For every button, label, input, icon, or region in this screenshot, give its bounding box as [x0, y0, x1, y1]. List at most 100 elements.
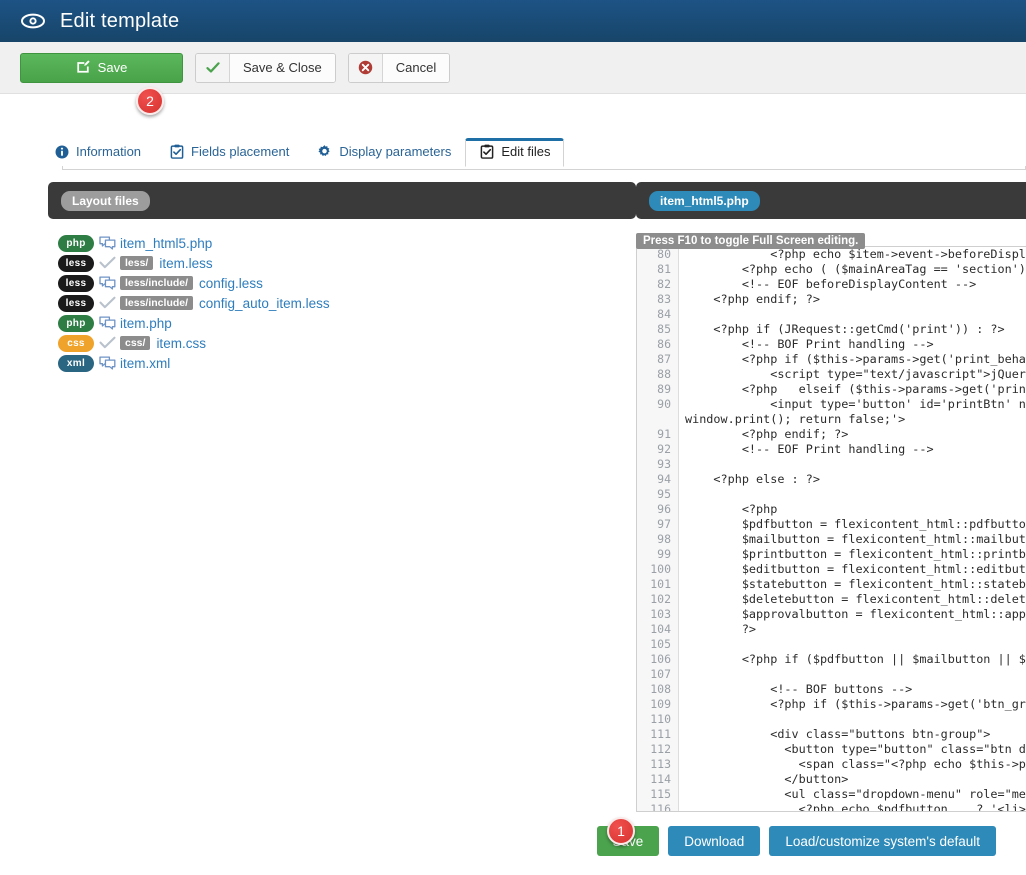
lang-badge: php — [58, 314, 94, 332]
speech-bubbles-icon[interactable] — [94, 315, 120, 331]
editor-download-button[interactable]: Download — [668, 826, 761, 856]
code-line[interactable]: <!-- EOF beforeDisplayContent --> — [685, 277, 1026, 292]
code-line[interactable] — [685, 307, 1026, 322]
info-circle-icon — [54, 144, 69, 159]
list-item[interactable]: php item_html5.php — [58, 233, 636, 253]
code-editor[interactable]: Press F10 to toggle Full Screen editing.… — [636, 231, 1026, 812]
code-line[interactable]: <?php echo $item->event->beforeDisplay — [685, 247, 1026, 262]
code-line[interactable] — [685, 667, 1026, 682]
line-number: 105 — [650, 637, 671, 651]
layout-files-panel: Layout files php item_html5.php less les… — [0, 182, 636, 812]
line-number: 85 — [657, 322, 671, 336]
code-line[interactable]: <?php elseif ($this->params->get('print — [685, 382, 1026, 397]
line-number: 101 — [650, 577, 671, 591]
page-root: Edit template Save Save & Close Cancel 2… — [0, 0, 1026, 875]
tab-edit-files[interactable]: Edit files — [465, 138, 565, 167]
editor-actions-bar: Save Download Load/customize system's de… — [0, 812, 1026, 856]
line-number: 98 — [657, 532, 671, 546]
code-line[interactable]: <script type="text/javascript">jQuery — [685, 367, 1026, 382]
code-line[interactable]: <?php if ($this->params->get('btn_grp — [685, 697, 1026, 712]
save-button-label: Save — [97, 60, 128, 75]
code-content[interactable]: <?php echo $item->event->beforeDisplay <… — [679, 247, 1026, 811]
code-line[interactable] — [685, 487, 1026, 502]
tab-information[interactable]: Information — [40, 138, 155, 167]
eye-icon — [20, 8, 46, 34]
code-line[interactable]: $mailbutton = flexicontent_html::mailbut… — [685, 532, 1026, 547]
lang-badge: less — [58, 274, 94, 292]
code-line[interactable]: <?php else : ?> — [685, 472, 1026, 487]
lang-badge: css — [58, 334, 94, 352]
check-icon[interactable] — [94, 296, 120, 310]
code-line[interactable]: <!-- EOF Print handling --> — [685, 442, 1026, 457]
file-path-badge: css/ — [120, 336, 151, 350]
save-and-close-button[interactable]: Save & Close — [195, 52, 336, 83]
code-shell[interactable]: 80 81 82 83 84 85 86 87 88 89 90 91 92 93 94 95 96 97 98 99… — [636, 246, 1026, 812]
code-line[interactable] — [685, 712, 1026, 727]
code-line[interactable]: <span class="<?php echo $this->pa — [685, 757, 1026, 772]
file-name[interactable]: item.css — [156, 336, 206, 351]
file-name[interactable]: item_html5.php — [120, 236, 212, 251]
cancel-button[interactable]: Cancel — [347, 52, 451, 83]
save-button[interactable]: Save — [20, 52, 183, 83]
code-line[interactable]: $statebutton = flexicontent_html::stateb… — [685, 577, 1026, 592]
lang-badge: xml — [58, 354, 94, 372]
line-number: 88 — [657, 367, 671, 381]
lang-badge: less — [58, 294, 94, 312]
code-line[interactable]: $pdfbutton = flexicontent_html::pdfbutto… — [685, 517, 1026, 532]
list-item[interactable]: less less/ item.less — [58, 253, 636, 273]
clipboard-check-icon — [479, 144, 494, 159]
file-name[interactable]: item.xml — [120, 356, 170, 371]
line-number: 82 — [657, 277, 671, 291]
tab-display-parameters[interactable]: Display parameters — [303, 138, 465, 167]
check-icon[interactable] — [94, 256, 120, 270]
code-line[interactable]: window.print(); return false;'> — [685, 412, 1026, 427]
list-item[interactable]: xml item.xml — [58, 353, 636, 373]
file-name[interactable]: item.less — [159, 256, 212, 271]
layout-files-header: Layout files — [48, 182, 636, 219]
code-line[interactable]: <button type="button" class="btn dr — [685, 742, 1026, 757]
speech-bubbles-icon[interactable] — [94, 355, 120, 371]
tab-fields-placement[interactable]: Fields placement — [155, 138, 303, 167]
code-line[interactable]: <!-- BOF buttons --> — [685, 682, 1026, 697]
speech-bubbles-icon[interactable] — [94, 275, 120, 291]
code-line[interactable]: <?php — [685, 502, 1026, 517]
code-line[interactable]: ?> — [685, 622, 1026, 637]
code-line[interactable]: <?php echo $pdfbutton ? '<li>' — [685, 802, 1026, 811]
code-line[interactable]: <?php if (JRequest::getCmd('print')) : ?… — [685, 322, 1026, 337]
code-line[interactable]: $printbutton = flexicontent_html::printb… — [685, 547, 1026, 562]
file-name[interactable]: config.less — [199, 276, 263, 291]
code-line[interactable]: </button> — [685, 772, 1026, 787]
list-item[interactable]: css css/ item.css — [58, 333, 636, 353]
code-line[interactable]: <?php endif; ?> — [685, 427, 1026, 442]
layout-files-list: php item_html5.php less less/ item.less … — [48, 219, 636, 373]
code-line[interactable]: $deletebutton = flexicontent_html::delet… — [685, 592, 1026, 607]
list-item[interactable]: php item.php — [58, 313, 636, 333]
fullscreen-hint: Press F10 to toggle Full Screen editing. — [636, 233, 866, 249]
code-line[interactable]: <?php if ($pdfbutton || $mailbutton || $… — [685, 652, 1026, 667]
tab-label: Information — [76, 144, 142, 159]
editor-load-default-button[interactable]: Load/customize system's default — [769, 826, 996, 856]
tab-label: Fields placement — [191, 144, 290, 159]
file-name[interactable]: config_auto_item.less — [199, 296, 330, 311]
code-line[interactable]: $approvalbutton = flexicontent_html::app… — [685, 607, 1026, 622]
code-line[interactable]: <div class="buttons btn-group"> — [685, 727, 1026, 742]
list-item[interactable]: less less/include/ config_auto_item.less — [58, 293, 636, 313]
code-line[interactable]: <?php echo ( ($mainAreaTag == 'section') — [685, 262, 1026, 277]
code-line[interactable]: <?php if ($this->params->get('print_beha… — [685, 352, 1026, 367]
file-name[interactable]: item.php — [120, 316, 172, 331]
line-number: 108 — [650, 682, 671, 696]
code-line[interactable]: <input type='button' id='printBtn' na — [685, 397, 1026, 412]
code-line[interactable] — [685, 637, 1026, 652]
lang-badge: less — [58, 254, 94, 272]
code-line[interactable]: <!-- BOF Print handling --> — [685, 337, 1026, 352]
line-number: 112 — [650, 742, 671, 756]
code-line[interactable]: <?php endif; ?> — [685, 292, 1026, 307]
code-line[interactable]: $editbutton = flexicontent_html::editbut… — [685, 562, 1026, 577]
list-item[interactable]: less less/include/ config.less — [58, 273, 636, 293]
code-line[interactable] — [685, 457, 1026, 472]
line-number: 86 — [657, 337, 671, 351]
speech-bubbles-icon[interactable] — [94, 235, 120, 251]
code-line[interactable]: <ul class="dropdown-menu" role="men — [685, 787, 1026, 802]
line-number: 109 — [650, 697, 671, 711]
check-icon[interactable] — [94, 336, 120, 350]
